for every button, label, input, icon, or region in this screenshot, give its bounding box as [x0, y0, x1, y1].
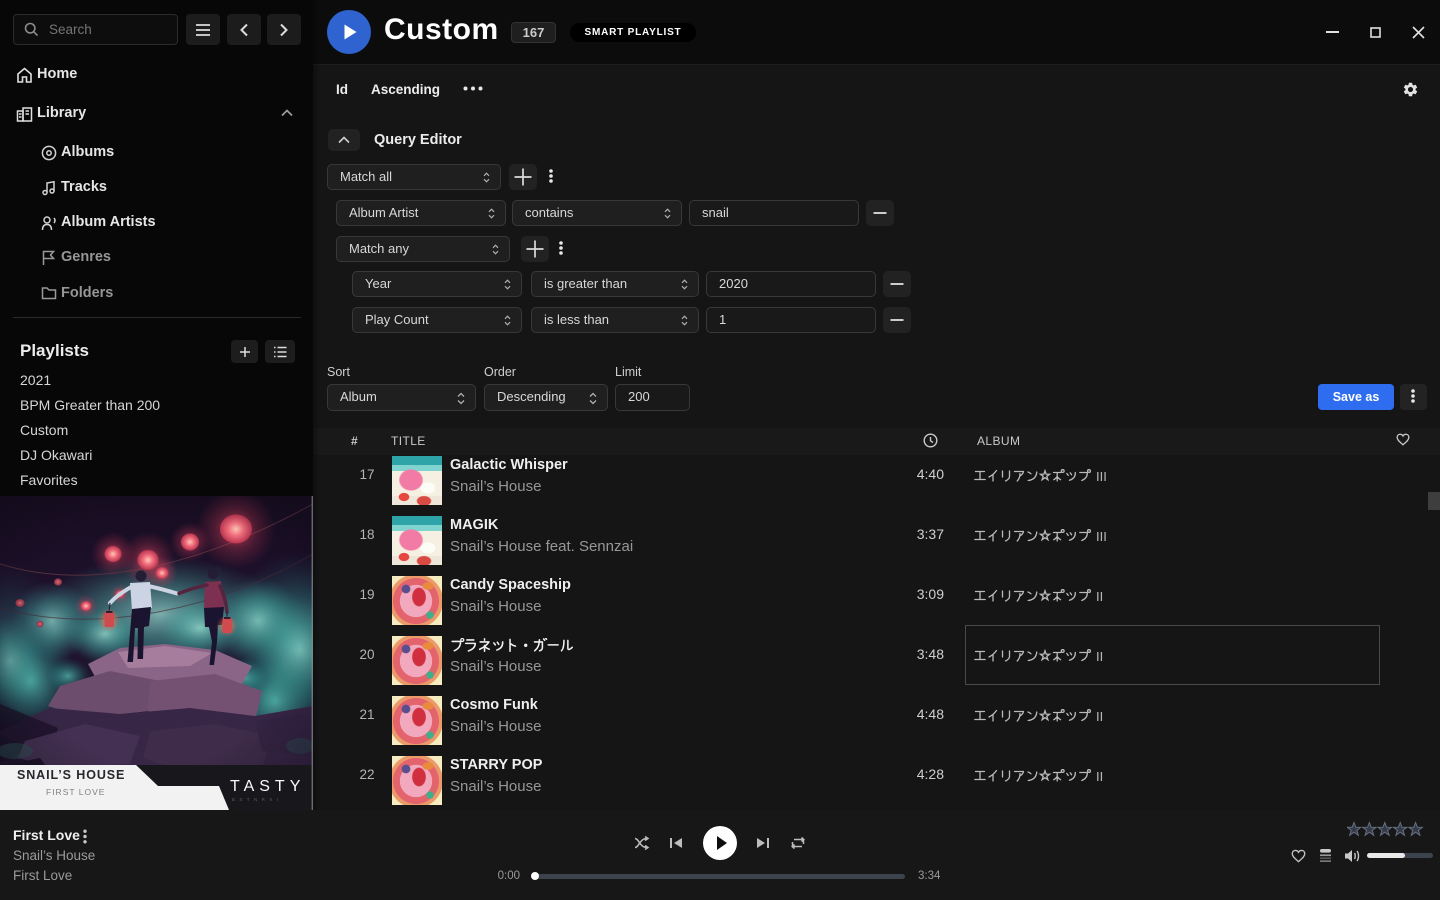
svg-text:FIRST LOVE: FIRST LOVE	[46, 787, 105, 797]
svg-text:SNAIL’S HOUSE: SNAIL’S HOUSE	[17, 768, 125, 782]
svg-text:BSTNRXI: BSTNRXI	[232, 797, 282, 802]
svg-text:TASTY: TASTY	[230, 778, 305, 795]
